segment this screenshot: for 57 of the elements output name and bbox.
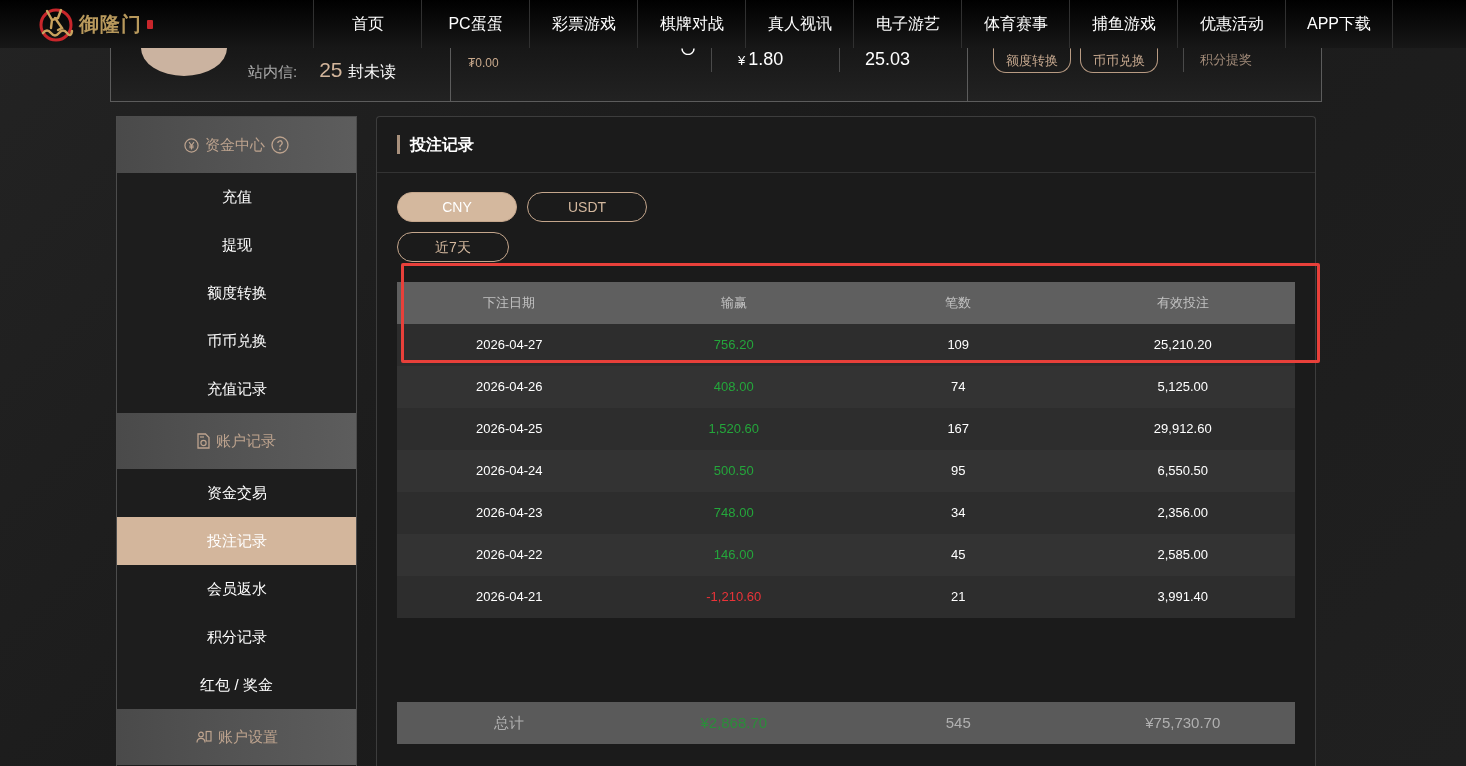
unread-count: 25 bbox=[319, 57, 343, 83]
panel-title: 投注记录 bbox=[410, 134, 474, 155]
column-header: 下注日期 bbox=[482, 294, 537, 313]
table-cell-text: 500.50 bbox=[712, 462, 755, 481]
table-cell-text: 408.00 bbox=[712, 378, 755, 397]
table-cell-text: 109 bbox=[946, 336, 971, 355]
table-cell-text: 5,125.00 bbox=[1156, 378, 1210, 397]
table-cell-text: 146.00 bbox=[712, 546, 755, 565]
table-cell-text: 21 bbox=[950, 588, 967, 607]
arc-icon bbox=[681, 48, 695, 55]
table-cell-text: 74 bbox=[950, 378, 967, 397]
action-button[interactable]: 币币兑换 bbox=[1080, 48, 1158, 73]
section-title: 资金中心 bbox=[205, 134, 265, 155]
table-cell-text: 2,585.00 bbox=[1156, 546, 1210, 565]
section-title: 账户记录 bbox=[216, 430, 276, 451]
table-cell-text: 1,520.60 bbox=[707, 420, 761, 439]
yuan-coin-icon bbox=[184, 137, 199, 153]
total-cell-text: ¥75,730.70 bbox=[1144, 712, 1222, 733]
table-cell-text: 45 bbox=[950, 546, 967, 565]
accent-bar bbox=[397, 135, 400, 154]
balance-value: 1.80 bbox=[748, 48, 784, 71]
table-cell-text: 756.20 bbox=[712, 336, 755, 355]
document-icon bbox=[197, 433, 210, 449]
column-header: 笔数 bbox=[944, 294, 973, 313]
table-cell-text: 2,356.00 bbox=[1156, 504, 1210, 523]
amount-text: 25.03 bbox=[864, 48, 911, 71]
currency-symbol: ¥ bbox=[738, 52, 746, 70]
total-cell-text: 545 bbox=[944, 712, 972, 733]
usdt-balance: ₮0.00 bbox=[468, 55, 500, 72]
table-cell-text: 2026-04-23 bbox=[475, 504, 544, 523]
id-card-icon bbox=[195, 730, 212, 744]
column-header: 有效投注 bbox=[1155, 294, 1210, 313]
logo-text: 御隆门 bbox=[79, 12, 142, 37]
table-cell-text: 2026-04-21 bbox=[475, 588, 544, 607]
table-cell-text: 29,912.60 bbox=[1152, 420, 1213, 439]
table-cell-text: 2026-04-25 bbox=[475, 420, 544, 439]
section-title: 账户设置 bbox=[217, 726, 278, 747]
unread-label: 封未读 bbox=[347, 62, 396, 82]
table-cell-text: 2026-04-26 bbox=[475, 378, 544, 397]
logo-icon bbox=[38, 6, 74, 42]
table-cell-text: -1,210.60 bbox=[705, 588, 763, 607]
table-cell-text: 2026-04-22 bbox=[475, 546, 544, 565]
table-cell-text: 167 bbox=[946, 420, 971, 439]
table-cell-text: 2026-04-27 bbox=[475, 336, 544, 355]
total-cell-text: 总计 bbox=[493, 712, 526, 733]
table-cell-text: 34 bbox=[950, 504, 967, 523]
table-cell-text: 6,550.50 bbox=[1156, 462, 1210, 481]
column-header: 输赢 bbox=[719, 294, 748, 313]
action-button[interactable]: 额度转换 bbox=[993, 48, 1071, 73]
table-cell-text: 748.00 bbox=[712, 504, 755, 523]
table-cell-text: 3,991.40 bbox=[1156, 588, 1210, 607]
points-label: 积分提奖 bbox=[1200, 51, 1252, 69]
seal-icon bbox=[147, 19, 153, 29]
table-cell-text: 2026-04-24 bbox=[475, 462, 544, 481]
table-cell-text: 25,210.20 bbox=[1152, 336, 1213, 355]
table-cell-text: 95 bbox=[950, 462, 967, 481]
message-label: 站内信: bbox=[248, 62, 298, 82]
